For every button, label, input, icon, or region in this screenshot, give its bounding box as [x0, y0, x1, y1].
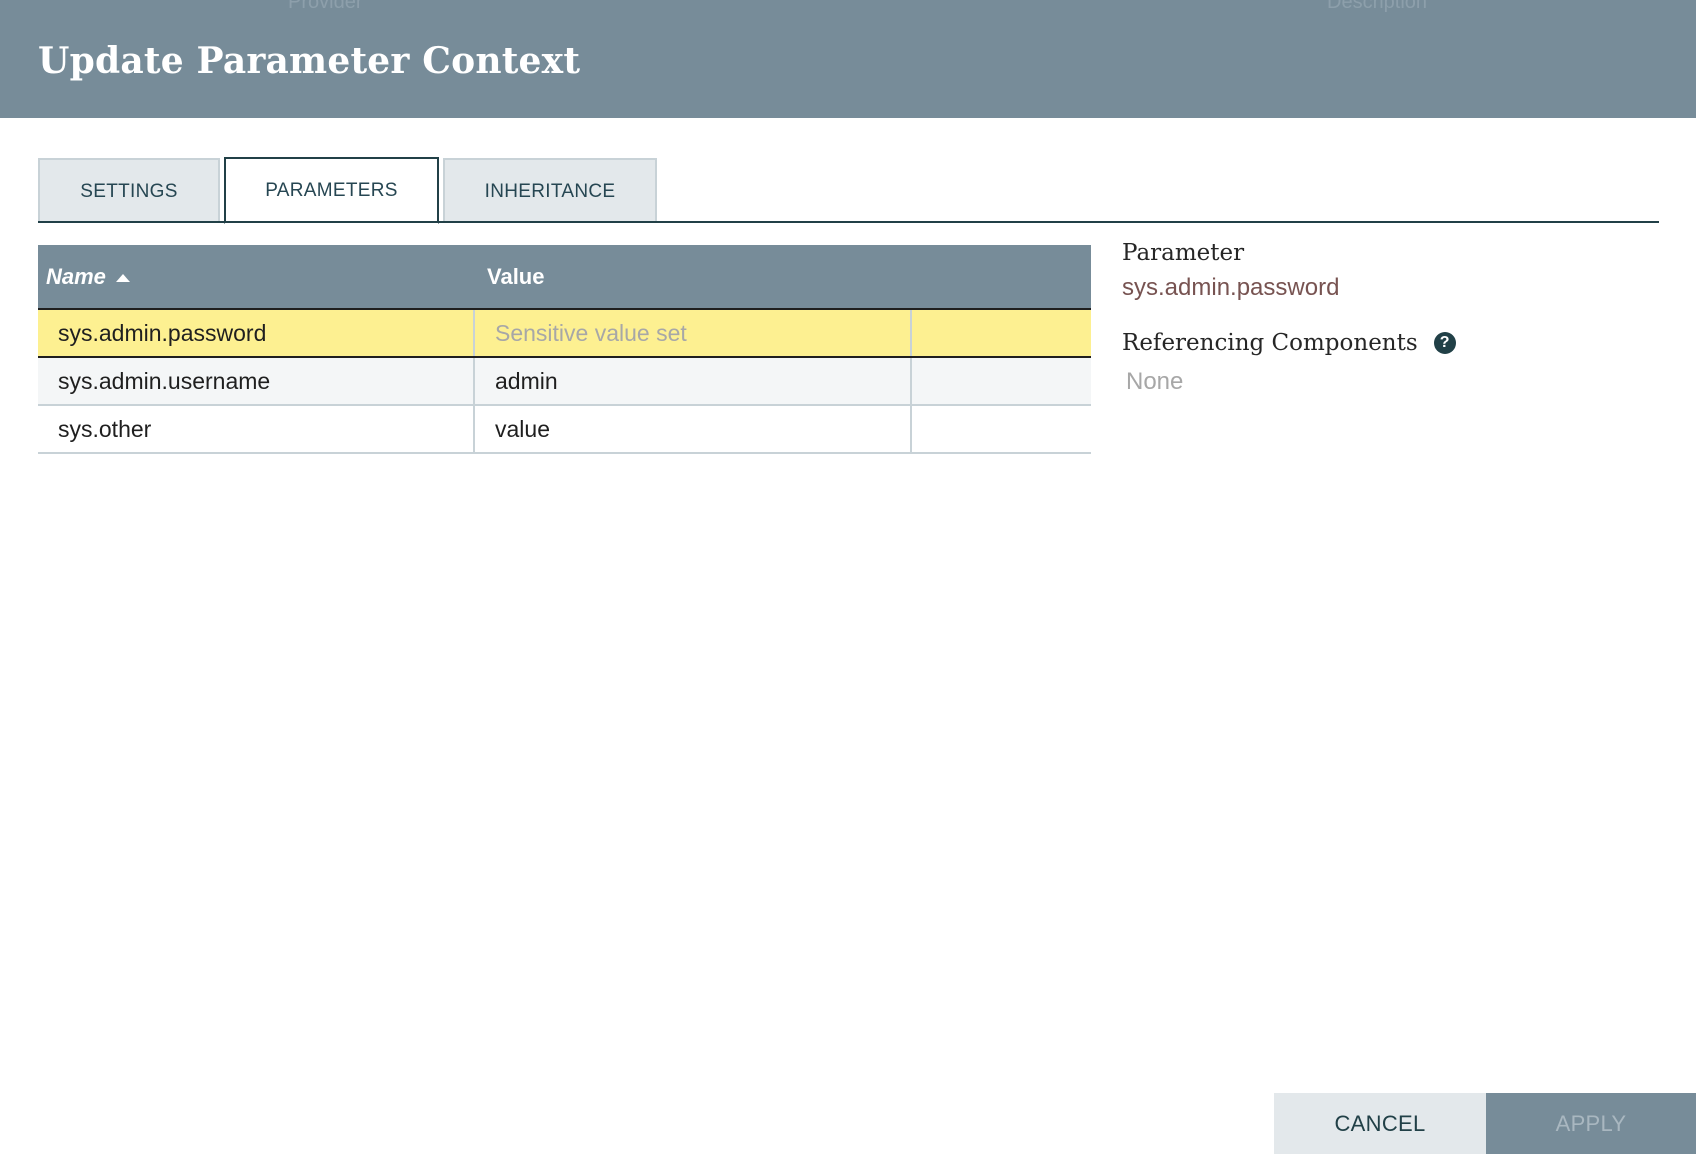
- parameter-name-cell: sys.other: [38, 406, 475, 452]
- referencing-components-value: None: [1126, 368, 1184, 395]
- parameter-name-cell: sys.admin.username: [38, 358, 475, 404]
- parameter-actions-cell: [912, 310, 1091, 356]
- table-row[interactable]: sys.admin.username admin: [38, 358, 1091, 406]
- question-circle-icon[interactable]: ?: [1433, 332, 1456, 354]
- parameter-value-cell: admin: [475, 358, 912, 404]
- referencing-components-label: Referencing Components: [1122, 330, 1418, 356]
- table-header: Name Value: [38, 245, 1091, 310]
- tab-settings[interactable]: SETTINGS: [38, 158, 220, 223]
- tabs-divider: [38, 221, 1659, 223]
- dialog-title: Update Parameter Context: [38, 40, 581, 82]
- table-row[interactable]: sys.other value: [38, 406, 1091, 454]
- parameter-value-cell: value: [475, 406, 912, 452]
- update-parameter-context-dialog: Provider Description Update Parameter Co…: [0, 0, 1696, 1154]
- column-header-name-label: Name: [46, 263, 106, 289]
- table-row[interactable]: sys.admin.password Sensitive value set: [38, 310, 1091, 358]
- tab-parameters[interactable]: PARAMETERS: [224, 157, 439, 224]
- parameter-actions-cell: [912, 358, 1091, 404]
- parameter-details-panel: Parameter sys.admin.password Referencing…: [1122, 240, 1662, 396]
- parameter-label: Parameter: [1122, 240, 1245, 266]
- background-column-header-provider: Provider: [288, 0, 363, 13]
- background-column-header-description: Description: [1327, 0, 1428, 13]
- column-header-name[interactable]: Name: [38, 264, 474, 290]
- parameter-value-cell: Sensitive value set: [475, 310, 912, 356]
- sort-ascending-icon: [115, 273, 130, 282]
- column-header-value[interactable]: Value: [474, 264, 912, 290]
- tab-inheritance[interactable]: INHERITANCE: [443, 158, 657, 223]
- cancel-button[interactable]: CANCEL: [1274, 1093, 1486, 1154]
- apply-button[interactable]: APPLY: [1486, 1093, 1696, 1154]
- referencing-components-heading: Referencing Components ?: [1122, 330, 1662, 356]
- parameter-name-cell: sys.admin.password: [38, 310, 475, 356]
- parameters-table: Name Value sys.admin.password Sensitive …: [38, 245, 1091, 454]
- parameter-actions-cell: [912, 406, 1091, 452]
- dialog-header: Provider Description Update Parameter Co…: [0, 0, 1696, 118]
- parameter-name-value: sys.admin.password: [1122, 274, 1340, 301]
